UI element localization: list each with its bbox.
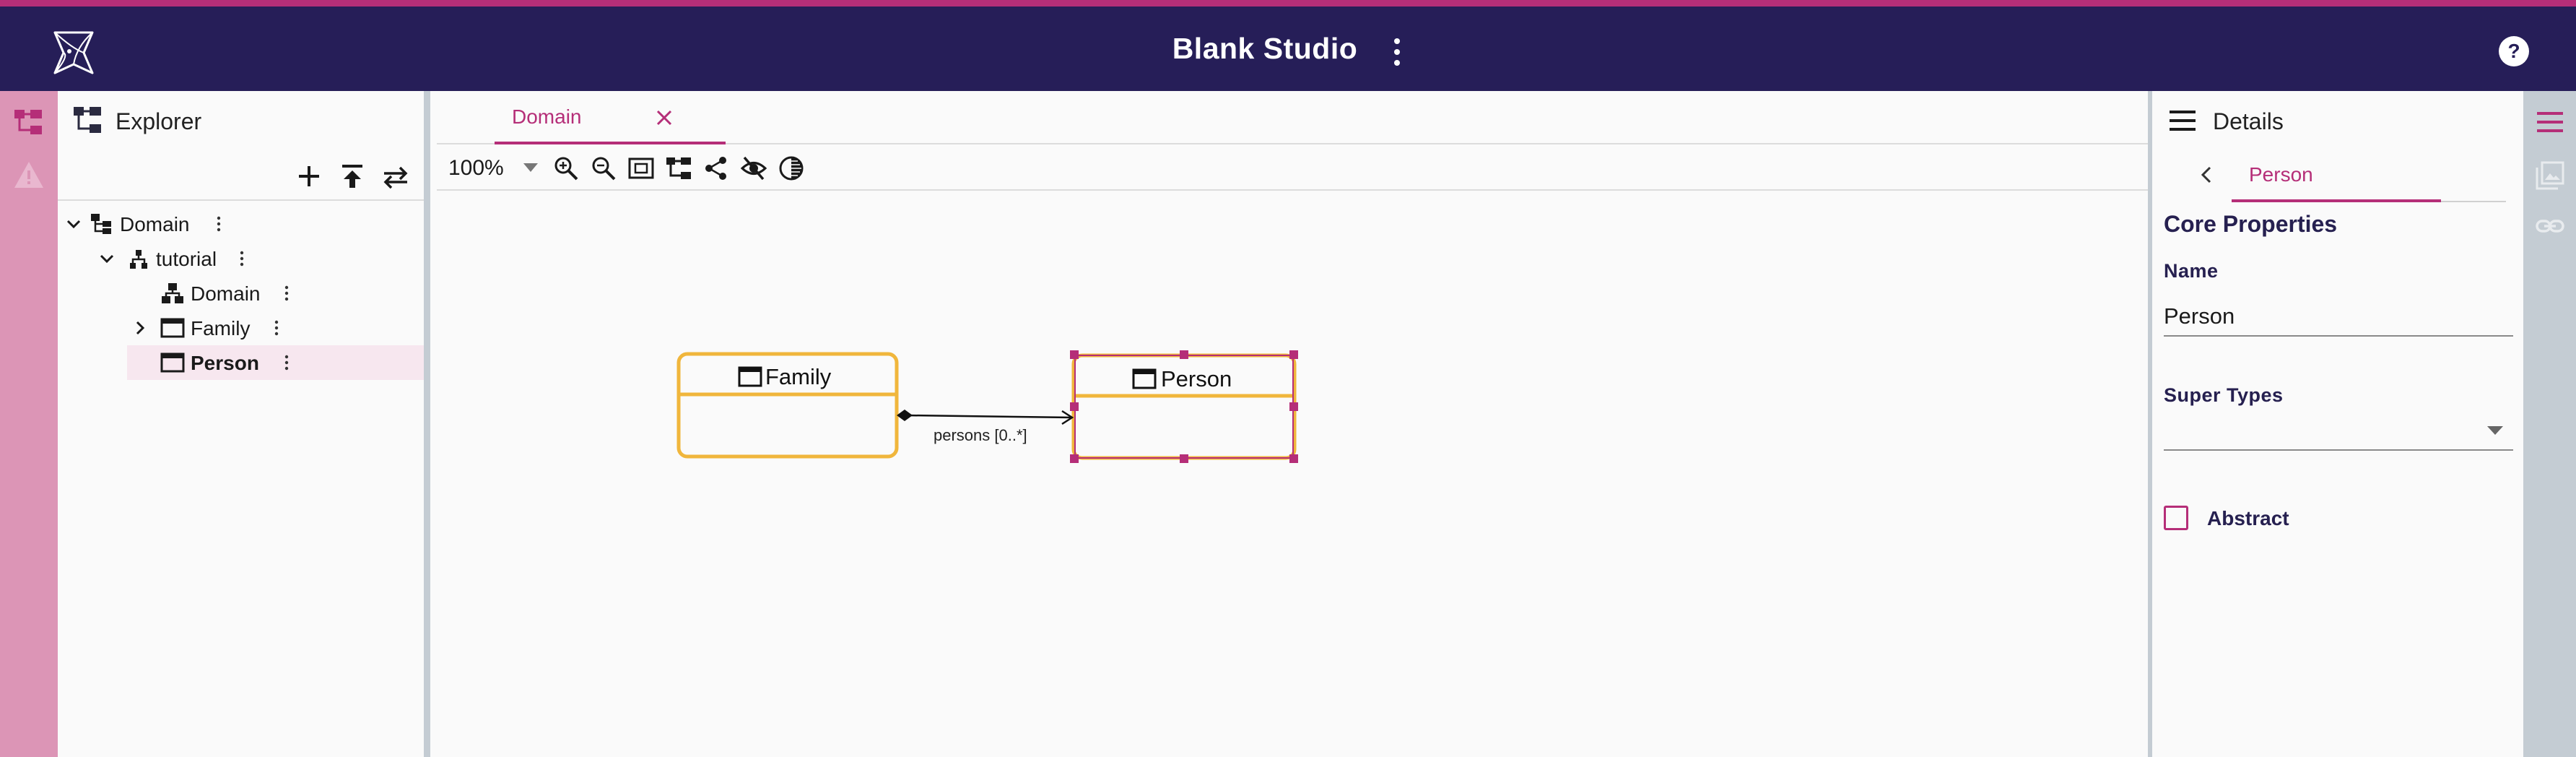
add-icon[interactable] — [292, 159, 326, 194]
class-icon — [160, 352, 185, 373]
tree-item-family[interactable]: Family — [58, 311, 424, 345]
tab-domain[interactable]: Domain — [495, 91, 726, 144]
share-icon[interactable] — [702, 155, 730, 182]
tree-item-label: Family — [191, 317, 251, 339]
abstract-label: Abstract — [2207, 507, 2289, 529]
diagram-icon — [162, 283, 183, 303]
kebab-menu-icon[interactable] — [238, 250, 245, 267]
fit-screen-icon[interactable] — [627, 155, 655, 182]
chevron-left-icon[interactable] — [2196, 163, 2219, 186]
name-value: Person — [2164, 303, 2235, 329]
zoom-level[interactable]: 100% — [448, 156, 504, 181]
node-label: Person — [1161, 366, 1232, 392]
class-icon — [160, 318, 185, 338]
details-menu-icon[interactable] — [2535, 107, 2565, 137]
section-title: Core Properties — [2164, 211, 2338, 237]
tab-label: Domain — [512, 105, 582, 128]
details-title: Details — [2213, 108, 2284, 134]
tab-person[interactable]: Person — [2232, 149, 2441, 202]
editor-tab-bar: Domain — [437, 91, 2148, 144]
node-label: Family — [765, 364, 832, 389]
diagram-editor: Domain 100% Family Person persons [0..*] — [437, 91, 2148, 757]
package-icon — [130, 250, 147, 269]
supertypes-label: Super Types — [2164, 384, 2284, 406]
edge-family-person[interactable]: persons [0..*] — [897, 410, 1074, 444]
diagram-svg: Family Person persons [0..*] — [676, 350, 1298, 463]
kebab-menu-icon[interactable] — [273, 319, 280, 337]
explorer-header: Explorer — [58, 91, 424, 149]
diagram-toolbar: 100% — [437, 144, 2148, 191]
node-family[interactable]: Family — [676, 352, 899, 459]
node-person[interactable]: Person — [1070, 350, 1298, 463]
tree-item-domain-root[interactable]: Domain — [58, 207, 424, 241]
kebab-menu-icon[interactable] — [283, 354, 290, 371]
zoom-out-icon[interactable] — [590, 155, 617, 182]
tree-item-label: Domain — [191, 282, 261, 305]
name-field[interactable]: Person — [2164, 295, 2513, 337]
supertypes-select[interactable] — [2164, 409, 2513, 451]
edge-label: persons [0..*] — [934, 426, 1027, 444]
tree-item-label: tutorial — [156, 248, 217, 270]
tree-item-tutorial[interactable]: tutorial — [58, 241, 424, 276]
menu-icon[interactable] — [2168, 108, 2197, 133]
right-activity-rail — [2523, 91, 2576, 757]
tree-item-label: Domain — [120, 213, 190, 235]
breadcrumb-label: Person — [2249, 163, 2313, 186]
layout-icon[interactable] — [665, 155, 692, 182]
explorer-toolbar — [58, 149, 424, 201]
app-header: Blank Studio ? — [0, 7, 2576, 91]
details-header: Details — [2152, 91, 2523, 149]
tree-item-domain-diagram[interactable]: Domain — [58, 276, 424, 311]
chevron-down-icon[interactable] — [2487, 426, 2503, 435]
upload-icon[interactable] — [335, 159, 370, 194]
chevron-down-icon[interactable] — [64, 214, 84, 234]
link-icon[interactable] — [2535, 211, 2565, 241]
abstract-checkbox[interactable] — [2164, 506, 2188, 530]
swap-icon[interactable] — [378, 159, 413, 194]
svg-text:?: ? — [2507, 40, 2520, 62]
divider — [2441, 201, 2506, 202]
kebab-menu-icon[interactable] — [215, 215, 222, 233]
tree-item-person[interactable]: Person — [127, 345, 424, 380]
close-icon[interactable] — [653, 107, 675, 129]
image-gallery-icon[interactable] — [2535, 160, 2565, 191]
app-title: Blank Studio — [1172, 32, 1358, 65]
chevron-down-icon[interactable] — [97, 248, 117, 269]
chevron-down-icon[interactable] — [523, 163, 538, 172]
chevron-right-icon[interactable] — [130, 318, 150, 338]
kebab-menu-icon[interactable] — [283, 285, 290, 302]
help-icon[interactable]: ? — [2497, 34, 2531, 69]
details-breadcrumb: Person — [2152, 149, 2523, 202]
tree-item-label: Person — [191, 352, 259, 374]
visibility-off-icon[interactable] — [740, 155, 767, 182]
contrast-icon[interactable] — [778, 155, 805, 182]
diagram-canvas[interactable]: Family Person persons [0..*] — [437, 191, 2148, 757]
top-accent-strip — [0, 0, 2576, 7]
left-activity-rail — [0, 91, 58, 757]
explorer-panel: Explorer Domain tutorial Domain Family P… — [58, 91, 430, 757]
domain-tree-icon — [91, 214, 111, 234]
explorer-icon[interactable] — [13, 107, 45, 139]
more-vert-icon[interactable] — [1386, 34, 1408, 70]
name-label: Name — [2164, 260, 2219, 282]
zoom-in-icon[interactable] — [552, 155, 580, 182]
details-panel: Details Person Core Properties Name Pers… — [2148, 91, 2523, 757]
explorer-tree-icon — [74, 107, 101, 133]
explorer-title: Explorer — [116, 108, 202, 134]
warning-icon[interactable] — [13, 159, 45, 191]
